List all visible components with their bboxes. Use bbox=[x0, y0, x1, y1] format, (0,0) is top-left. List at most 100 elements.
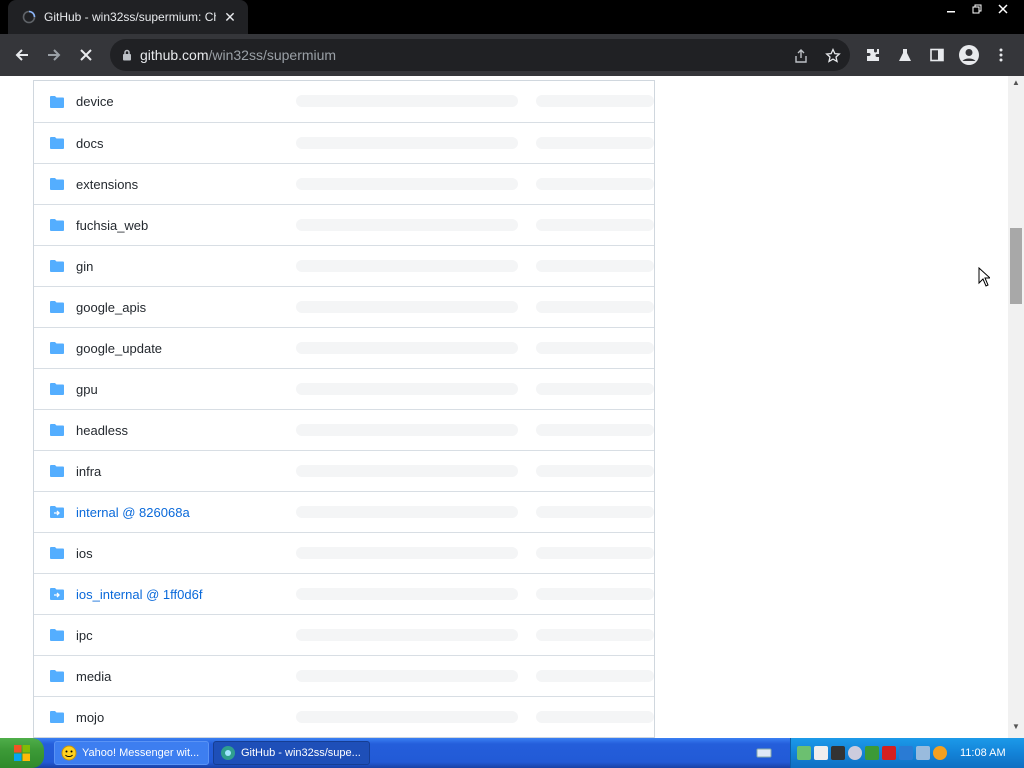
tray-computer-icon[interactable] bbox=[916, 746, 930, 760]
extensions-puzzle-icon[interactable] bbox=[862, 44, 884, 66]
file-name-link[interactable]: internal @ 826068a bbox=[76, 505, 190, 520]
file-name-link[interactable]: device bbox=[76, 94, 114, 109]
tray-security-icon[interactable] bbox=[899, 746, 913, 760]
tray-v-icon[interactable] bbox=[814, 746, 828, 760]
commit-date-placeholder bbox=[536, 301, 654, 313]
tab-close-icon[interactable]: ✕ bbox=[222, 9, 238, 26]
file-name-link[interactable]: ios bbox=[76, 546, 93, 561]
commit-date-placeholder bbox=[536, 260, 654, 272]
taskbar-clock[interactable]: 11:08 AM bbox=[960, 747, 1006, 759]
restore-button[interactable] bbox=[964, 0, 990, 18]
file-row[interactable]: ipc bbox=[34, 614, 654, 655]
back-arrow-icon bbox=[15, 49, 28, 61]
file-row[interactable]: internal @ 826068a bbox=[34, 491, 654, 532]
commit-date-placeholder bbox=[536, 178, 654, 190]
file-row[interactable]: device bbox=[34, 81, 654, 122]
submodule-folder-icon bbox=[49, 505, 67, 519]
stop-icon bbox=[80, 49, 92, 61]
file-name-link[interactable]: fuchsia_web bbox=[76, 218, 148, 233]
share-icon[interactable] bbox=[790, 45, 812, 67]
close-window-button[interactable] bbox=[990, 0, 1016, 18]
commit-date-placeholder bbox=[536, 547, 654, 559]
start-button[interactable] bbox=[0, 738, 44, 768]
folder-icon bbox=[49, 423, 67, 437]
file-row[interactable]: ios bbox=[34, 532, 654, 573]
commit-date-placeholder bbox=[536, 629, 654, 641]
tray-disc-icon[interactable] bbox=[848, 746, 862, 760]
commit-message-placeholder bbox=[296, 465, 518, 477]
address-bar[interactable]: github.com /win32ss/supermium bbox=[110, 39, 850, 71]
taskbar-yahoo-messenger[interactable]: Yahoo! Messenger wit... bbox=[54, 741, 209, 765]
file-row[interactable]: docs bbox=[34, 122, 654, 163]
folder-icon bbox=[49, 669, 67, 683]
file-row[interactable]: ios_internal @ 1ff0d6f bbox=[34, 573, 654, 614]
file-name-link[interactable]: media bbox=[76, 669, 111, 684]
file-name-link[interactable]: google_update bbox=[76, 341, 162, 356]
tray-checker-icon[interactable] bbox=[831, 746, 845, 760]
taskbar-button-label: Yahoo! Messenger wit... bbox=[82, 747, 200, 759]
file-name-link[interactable]: mojo bbox=[76, 710, 104, 725]
tray-network-icon[interactable] bbox=[797, 746, 811, 760]
tray-flash-icon[interactable] bbox=[882, 746, 896, 760]
folder-icon bbox=[49, 628, 67, 642]
file-name-link[interactable]: ios_internal @ 1ff0d6f bbox=[76, 587, 202, 602]
commit-message-placeholder bbox=[296, 301, 518, 313]
file-row[interactable]: gin bbox=[34, 245, 654, 286]
profile-avatar-icon[interactable] bbox=[958, 44, 980, 66]
file-row[interactable]: infra bbox=[34, 450, 654, 491]
bookmark-star-icon[interactable] bbox=[822, 45, 844, 67]
file-name-link[interactable]: gin bbox=[76, 259, 93, 274]
scroll-down-arrow-icon[interactable]: ▼ bbox=[1008, 722, 1024, 736]
commit-date-placeholder bbox=[536, 137, 654, 149]
back-button[interactable] bbox=[6, 39, 38, 71]
file-name-link[interactable]: gpu bbox=[76, 382, 98, 397]
file-name-link[interactable]: extensions bbox=[76, 177, 138, 192]
commit-message-placeholder bbox=[296, 670, 518, 682]
folder-icon bbox=[49, 218, 67, 232]
file-name-link[interactable]: headless bbox=[76, 423, 128, 438]
page-content: device docs extensions fuchsia_webgin google… bbox=[0, 76, 1008, 738]
scroll-thumb[interactable] bbox=[1010, 228, 1022, 304]
submodule-folder-icon bbox=[49, 587, 67, 601]
commit-message-placeholder bbox=[296, 506, 518, 518]
commit-date-placeholder bbox=[536, 342, 654, 354]
file-row[interactable]: google_update bbox=[34, 327, 654, 368]
keyboard-language-icon[interactable] bbox=[756, 746, 772, 758]
stop-loading-button[interactable] bbox=[70, 39, 102, 71]
file-name-link[interactable]: ipc bbox=[76, 628, 93, 643]
file-name-link[interactable]: google_apis bbox=[76, 300, 146, 315]
file-row[interactable]: extensions bbox=[34, 163, 654, 204]
minimize-button[interactable] bbox=[938, 0, 964, 18]
commit-message-placeholder bbox=[296, 342, 518, 354]
forward-arrow-icon bbox=[48, 49, 61, 61]
folder-icon bbox=[49, 259, 67, 273]
windows-taskbar: Yahoo! Messenger wit... GitHub - win32ss… bbox=[0, 738, 1024, 768]
mouse-cursor-icon bbox=[978, 266, 992, 292]
file-name-link[interactable]: infra bbox=[76, 464, 101, 479]
scroll-up-arrow-icon[interactable]: ▲ bbox=[1008, 78, 1024, 92]
taskbar-github-chrome[interactable]: GitHub - win32ss/supe... bbox=[213, 741, 370, 765]
file-name-link[interactable]: docs bbox=[76, 136, 103, 151]
folder-icon bbox=[49, 341, 67, 355]
file-list: device docs extensions fuchsia_webgin google… bbox=[33, 80, 655, 738]
file-row[interactable]: media bbox=[34, 655, 654, 696]
forward-button[interactable] bbox=[38, 39, 70, 71]
file-row[interactable]: mojo bbox=[34, 696, 654, 737]
file-row[interactable]: fuchsia_web bbox=[34, 204, 654, 245]
menu-kebab-icon[interactable] bbox=[990, 44, 1012, 66]
commit-date-placeholder bbox=[536, 424, 654, 436]
vertical-scrollbar[interactable]: ▲ ▼ bbox=[1008, 76, 1024, 738]
tray-search-icon[interactable] bbox=[933, 746, 947, 760]
file-row[interactable]: gpu bbox=[34, 368, 654, 409]
commit-message-placeholder bbox=[296, 588, 518, 600]
lock-icon[interactable] bbox=[122, 49, 132, 61]
file-row[interactable]: headless bbox=[34, 409, 654, 450]
browser-toolbar: github.com /win32ss/supermium bbox=[0, 34, 1024, 76]
side-panel-icon[interactable] bbox=[926, 44, 948, 66]
loading-spinner-icon bbox=[22, 10, 36, 24]
browser-tab-active[interactable]: GitHub - win32ss/supermium: Chron ✕ bbox=[8, 0, 248, 34]
tray-arrow-icon[interactable] bbox=[865, 746, 879, 760]
labs-flask-icon[interactable] bbox=[894, 44, 916, 66]
file-row[interactable]: google_apis bbox=[34, 286, 654, 327]
commit-date-placeholder bbox=[536, 383, 654, 395]
